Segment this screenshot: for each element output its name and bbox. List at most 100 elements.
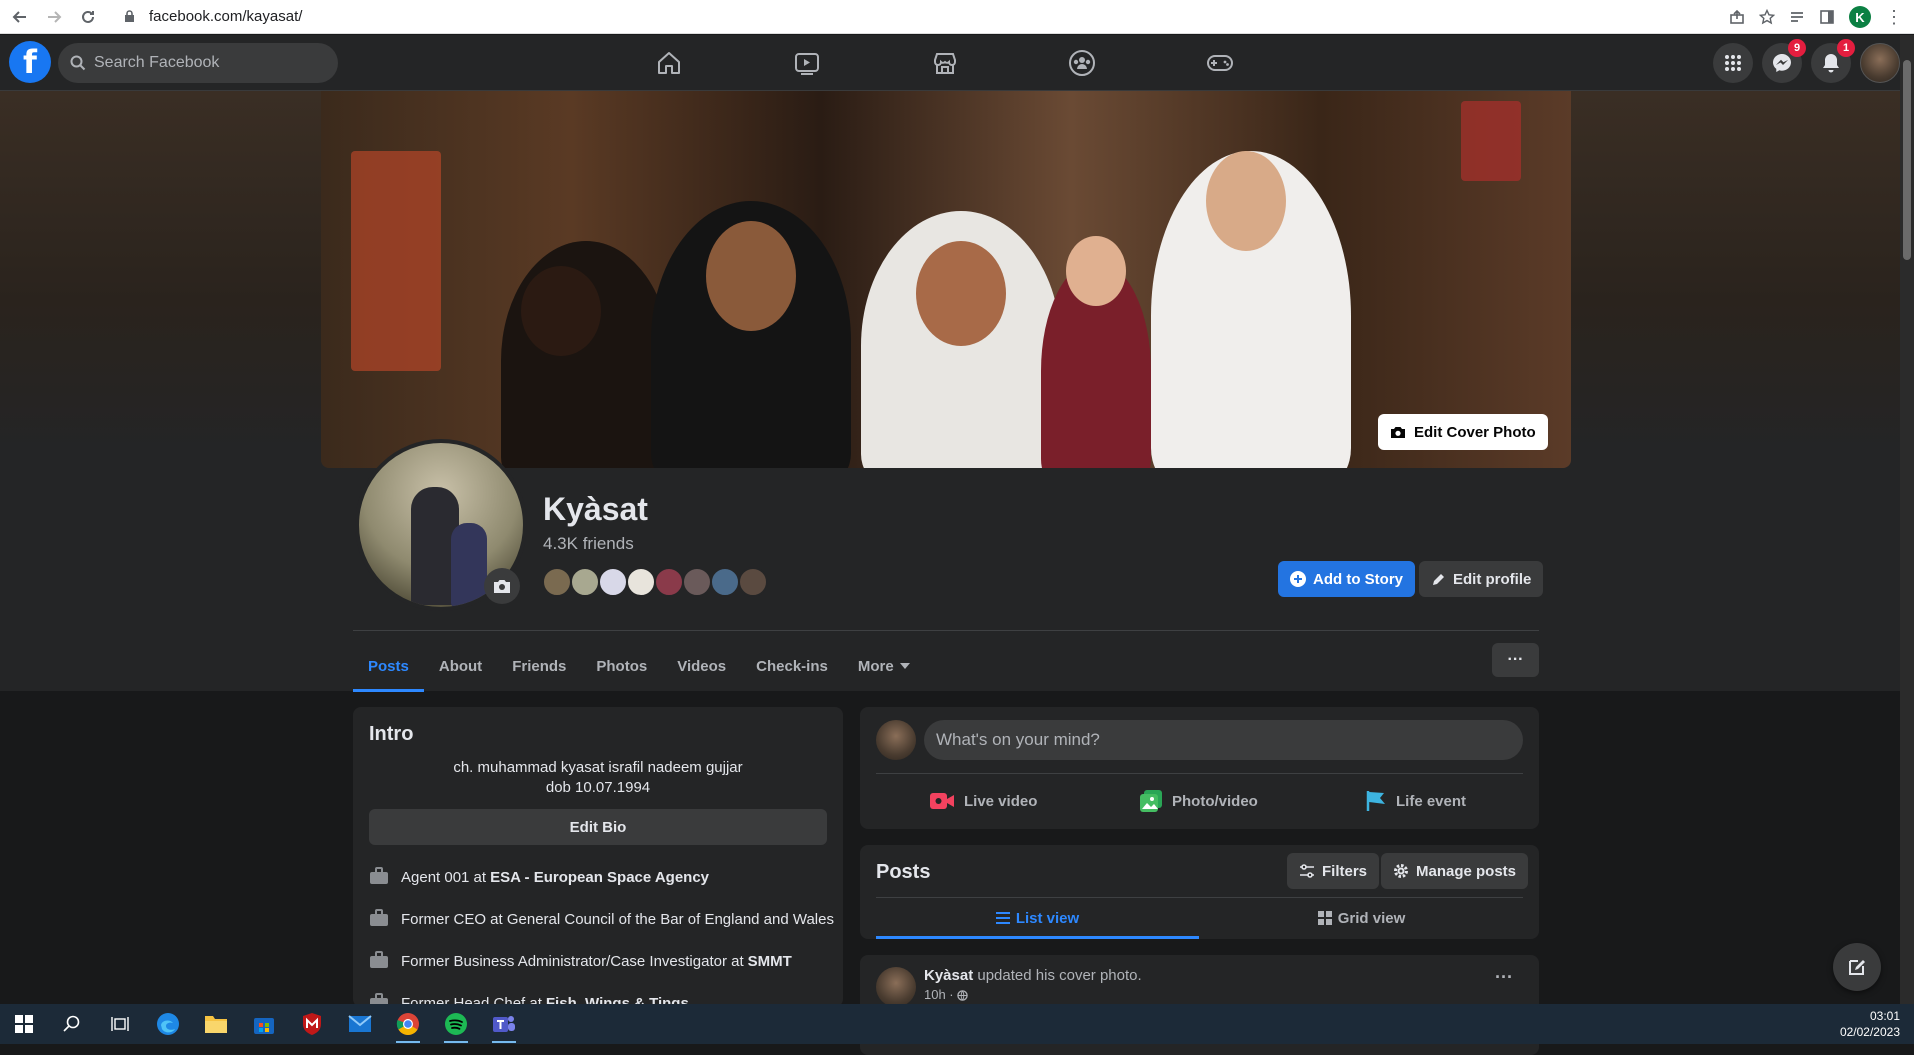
task-view-icon[interactable] bbox=[96, 1004, 144, 1044]
microsoft-store-icon[interactable] bbox=[240, 1004, 288, 1044]
flag-icon bbox=[1366, 790, 1386, 812]
edit-profile-label: Edit profile bbox=[1453, 570, 1532, 588]
post-timestamp[interactable]: 10h · bbox=[924, 987, 968, 1002]
friends-count[interactable]: 4.3K friends bbox=[543, 534, 634, 554]
grid-icon bbox=[1725, 55, 1741, 71]
edit-bio-button[interactable]: Edit Bio bbox=[369, 809, 827, 845]
profile-divider bbox=[353, 630, 1539, 631]
marketplace-icon[interactable] bbox=[923, 47, 967, 79]
live-video-icon bbox=[930, 792, 954, 810]
post-author-avatar[interactable] bbox=[876, 967, 916, 1007]
work-text: Agent 001 at bbox=[401, 868, 487, 886]
tab-posts[interactable]: Posts bbox=[353, 640, 424, 692]
taskbar-search-icon[interactable] bbox=[48, 1004, 96, 1044]
forward-button[interactable] bbox=[40, 3, 68, 31]
facebook-logo[interactable]: f bbox=[9, 41, 51, 83]
tab-photos[interactable]: Photos bbox=[581, 640, 662, 692]
address-bar[interactable]: facebook.com/kayasat/ bbox=[124, 8, 302, 25]
camera-icon bbox=[494, 580, 510, 593]
life-event-button[interactable]: Life event bbox=[1366, 781, 1466, 821]
list-view-tab[interactable]: List view bbox=[876, 897, 1199, 939]
header-actions: 9 1 bbox=[1713, 39, 1900, 83]
messenger-button[interactable]: 9 bbox=[1762, 39, 1806, 83]
bell-icon bbox=[1823, 54, 1839, 73]
search-box[interactable] bbox=[58, 43, 338, 83]
friend-avatar[interactable] bbox=[542, 567, 572, 597]
friend-avatar[interactable] bbox=[654, 567, 684, 597]
reload-button[interactable] bbox=[74, 3, 102, 31]
manage-posts-button[interactable]: Manage posts bbox=[1381, 853, 1529, 889]
edit-profile-button[interactable]: Edit profile bbox=[1419, 561, 1544, 597]
url-text: facebook.com/kayasat/ bbox=[149, 8, 303, 25]
grid-view-tab[interactable]: Grid view bbox=[1200, 897, 1523, 939]
back-button[interactable] bbox=[6, 3, 34, 31]
edge-icon[interactable] bbox=[144, 1004, 192, 1044]
work-text: Former Business Administrator/Case Inves… bbox=[401, 952, 744, 970]
composer-avatar[interactable] bbox=[876, 720, 916, 760]
live-video-label: Live video bbox=[964, 792, 1038, 810]
menu-grid-button[interactable] bbox=[1713, 43, 1753, 83]
photo-video-label: Photo/video bbox=[1172, 792, 1258, 810]
friend-avatar[interactable] bbox=[738, 567, 768, 597]
photo-icon bbox=[1140, 790, 1162, 812]
search-input[interactable] bbox=[94, 54, 314, 72]
globe-icon bbox=[957, 990, 968, 1001]
list-view-label: List view bbox=[1015, 909, 1080, 927]
watch-icon[interactable] bbox=[785, 47, 829, 79]
work-item: Former CEO at General Council of the Bar… bbox=[369, 909, 834, 929]
work-item: Agent 001 at ESA - European Space Agency bbox=[369, 867, 709, 887]
friend-avatar[interactable] bbox=[570, 567, 600, 597]
profile-tabs: Posts About Friends Photos Videos Check-… bbox=[353, 640, 925, 692]
post-options-button[interactable]: ··· bbox=[1495, 967, 1513, 988]
friend-avatar[interactable] bbox=[682, 567, 712, 597]
plus-circle-icon bbox=[1290, 571, 1306, 587]
file-explorer-icon[interactable] bbox=[192, 1004, 240, 1044]
bookmark-star-icon[interactable] bbox=[1759, 9, 1775, 25]
add-to-story-button[interactable]: Add to Story bbox=[1278, 561, 1415, 597]
browser-profile-avatar[interactable]: K bbox=[1849, 6, 1871, 28]
whats-on-your-mind-input[interactable]: What's on your mind? bbox=[924, 720, 1523, 760]
tab-more[interactable]: More bbox=[843, 640, 925, 692]
groups-icon[interactable] bbox=[1060, 47, 1104, 79]
gaming-icon[interactable] bbox=[1198, 47, 1242, 79]
new-message-button[interactable] bbox=[1833, 943, 1881, 991]
messenger-icon bbox=[1773, 54, 1791, 72]
mail-icon[interactable] bbox=[336, 1004, 384, 1044]
tab-friends[interactable]: Friends bbox=[497, 640, 581, 692]
life-event-label: Life event bbox=[1396, 792, 1467, 810]
side-panel-icon[interactable] bbox=[1819, 9, 1835, 25]
notifications-button[interactable]: 1 bbox=[1811, 39, 1855, 83]
browser-menu-icon[interactable]: ⋮ bbox=[1885, 7, 1903, 28]
tab-check-ins[interactable]: Check-ins bbox=[741, 640, 843, 692]
tab-about[interactable]: About bbox=[424, 640, 497, 692]
account-avatar[interactable] bbox=[1860, 43, 1900, 83]
friend-avatar[interactable] bbox=[626, 567, 656, 597]
home-icon[interactable] bbox=[647, 47, 691, 79]
windows-start-icon[interactable] bbox=[0, 1004, 48, 1044]
post-author-link[interactable]: Kyàsat bbox=[924, 967, 973, 984]
filters-button[interactable]: Filters bbox=[1287, 853, 1380, 889]
mcafee-icon[interactable] bbox=[288, 1004, 336, 1044]
live-video-button[interactable]: Live video bbox=[930, 781, 1037, 821]
system-clock[interactable]: 03:01 02/02/2023 bbox=[1840, 1008, 1900, 1040]
work-org-link[interactable]: SMMT bbox=[748, 953, 792, 970]
photo-video-button[interactable]: Photo/video bbox=[1140, 781, 1258, 821]
posts-title: Posts bbox=[876, 861, 931, 883]
caret-down-icon bbox=[899, 663, 910, 669]
browser-toolbar: facebook.com/kayasat/ K ⋮ bbox=[0, 0, 1914, 34]
share-icon[interactable] bbox=[1729, 9, 1745, 25]
profile-more-options-button[interactable]: ··· bbox=[1492, 643, 1539, 677]
edit-cover-photo-button[interactable]: Edit Cover Photo bbox=[1378, 414, 1548, 450]
scrollbar-thumb[interactable] bbox=[1903, 60, 1911, 260]
friend-avatar[interactable] bbox=[710, 567, 740, 597]
reading-list-icon[interactable] bbox=[1789, 9, 1805, 25]
cover-photo[interactable] bbox=[321, 91, 1571, 468]
teams-icon[interactable] bbox=[480, 1004, 528, 1044]
chrome-icon[interactable] bbox=[384, 1004, 432, 1044]
page-scrollbar[interactable] bbox=[1900, 35, 1914, 1004]
work-org-link[interactable]: ESA - European Space Agency bbox=[490, 869, 709, 886]
spotify-icon[interactable] bbox=[432, 1004, 480, 1044]
friend-avatar[interactable] bbox=[598, 567, 628, 597]
tab-videos[interactable]: Videos bbox=[662, 640, 741, 692]
update-profile-picture-button[interactable] bbox=[484, 568, 520, 604]
